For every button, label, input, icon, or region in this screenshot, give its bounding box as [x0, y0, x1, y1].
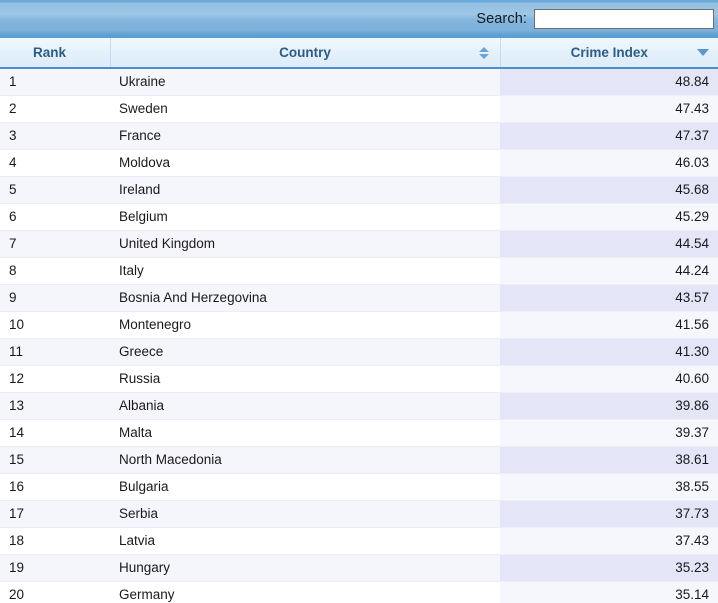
table-row: 1Ukraine48.84 [0, 68, 718, 95]
table-row: 9Bosnia And Herzegovina43.57 [0, 284, 718, 311]
table-row: 19Hungary35.23 [0, 554, 718, 581]
cell-crime-index: 48.84 [500, 68, 718, 95]
table-row: 11Greece41.30 [0, 338, 718, 365]
column-header-crime-index-label: Crime Index [571, 45, 648, 60]
cell-crime-index: 40.60 [500, 365, 718, 392]
table-head: Rank Country Crime Index [0, 38, 718, 68]
table-row: 5Ireland45.68 [0, 176, 718, 203]
cell-rank: 6 [0, 203, 110, 230]
sort-both-icon[interactable] [479, 46, 490, 60]
cell-rank: 7 [0, 230, 110, 257]
table-row: 16Bulgaria38.55 [0, 473, 718, 500]
cell-rank: 19 [0, 554, 110, 581]
cell-crime-index: 41.30 [500, 338, 718, 365]
cell-crime-index: 37.73 [500, 500, 718, 527]
cell-rank: 5 [0, 176, 110, 203]
table-row: 4Moldova46.03 [0, 149, 718, 176]
cell-crime-index: 41.56 [500, 311, 718, 338]
table-row: 6Belgium45.29 [0, 203, 718, 230]
cell-crime-index: 47.37 [500, 122, 718, 149]
cell-country: Ukraine [110, 68, 500, 95]
sort-descending-icon[interactable] [697, 46, 708, 60]
cell-country: Serbia [110, 500, 500, 527]
cell-country: Belgium [110, 203, 500, 230]
cell-country: Albania [110, 392, 500, 419]
triangle-down-icon [697, 49, 709, 56]
cell-crime-index: 44.54 [500, 230, 718, 257]
search-input[interactable] [534, 9, 714, 29]
cell-crime-index: 47.43 [500, 95, 718, 122]
cell-country: North Macedonia [110, 446, 500, 473]
cell-country: Latvia [110, 527, 500, 554]
cell-crime-index: 45.29 [500, 203, 718, 230]
cell-rank: 2 [0, 95, 110, 122]
cell-rank: 8 [0, 257, 110, 284]
cell-rank: 17 [0, 500, 110, 527]
cell-rank: 9 [0, 284, 110, 311]
cell-country: Bulgaria [110, 473, 500, 500]
cell-country: Russia [110, 365, 500, 392]
table-row: 8Italy44.24 [0, 257, 718, 284]
column-header-country-label: Country [279, 45, 331, 60]
cell-rank: 14 [0, 419, 110, 446]
cell-crime-index: 46.03 [500, 149, 718, 176]
cell-country: France [110, 122, 500, 149]
table-header-row: Rank Country Crime Index [0, 38, 718, 68]
cell-rank: 16 [0, 473, 110, 500]
column-header-crime-index[interactable]: Crime Index [500, 38, 718, 68]
table-row: 20Germany35.14 [0, 581, 718, 603]
cell-country: Ireland [110, 176, 500, 203]
cell-crime-index: 38.55 [500, 473, 718, 500]
cell-rank: 10 [0, 311, 110, 338]
cell-rank: 15 [0, 446, 110, 473]
cell-rank: 12 [0, 365, 110, 392]
table-row: 7United Kingdom44.54 [0, 230, 718, 257]
table-row: 15North Macedonia38.61 [0, 446, 718, 473]
cell-crime-index: 43.57 [500, 284, 718, 311]
column-header-country[interactable]: Country [110, 38, 500, 68]
crime-index-table: Rank Country Crime Index [0, 38, 718, 603]
table-row: 2Sweden47.43 [0, 95, 718, 122]
column-header-rank-label: Rank [33, 45, 66, 60]
chevron-up-icon [479, 47, 489, 52]
cell-country: Moldova [110, 149, 500, 176]
table-row: 18Latvia37.43 [0, 527, 718, 554]
cell-country: United Kingdom [110, 230, 500, 257]
cell-rank: 20 [0, 581, 110, 603]
table-row: 14Malta39.37 [0, 419, 718, 446]
cell-country: Sweden [110, 95, 500, 122]
cell-crime-index: 38.61 [500, 446, 718, 473]
cell-country: Germany [110, 581, 500, 603]
cell-country: Bosnia And Herzegovina [110, 284, 500, 311]
table-body: 1Ukraine48.842Sweden47.433France47.374Mo… [0, 68, 718, 603]
cell-country: Greece [110, 338, 500, 365]
crime-index-table-widget: Search: Rank Country [0, 0, 718, 603]
table-row: 13Albania39.86 [0, 392, 718, 419]
cell-crime-index: 35.23 [500, 554, 718, 581]
table-row: 17Serbia37.73 [0, 500, 718, 527]
cell-rank: 4 [0, 149, 110, 176]
table-row: 10Montenegro41.56 [0, 311, 718, 338]
cell-crime-index: 44.24 [500, 257, 718, 284]
table-row: 12Russia40.60 [0, 365, 718, 392]
cell-country: Hungary [110, 554, 500, 581]
column-header-rank[interactable]: Rank [0, 38, 110, 68]
cell-rank: 13 [0, 392, 110, 419]
cell-crime-index: 45.68 [500, 176, 718, 203]
cell-country: Malta [110, 419, 500, 446]
cell-crime-index: 39.86 [500, 392, 718, 419]
cell-rank: 3 [0, 122, 110, 149]
cell-crime-index: 39.37 [500, 419, 718, 446]
cell-country: Italy [110, 257, 500, 284]
cell-crime-index: 35.14 [500, 581, 718, 603]
cell-rank: 1 [0, 68, 110, 95]
search-bar: Search: [0, 0, 718, 38]
cell-country: Montenegro [110, 311, 500, 338]
cell-crime-index: 37.43 [500, 527, 718, 554]
search-label: Search: [476, 11, 527, 27]
chevron-down-icon [479, 54, 489, 59]
table-row: 3France47.37 [0, 122, 718, 149]
cell-rank: 11 [0, 338, 110, 365]
cell-rank: 18 [0, 527, 110, 554]
